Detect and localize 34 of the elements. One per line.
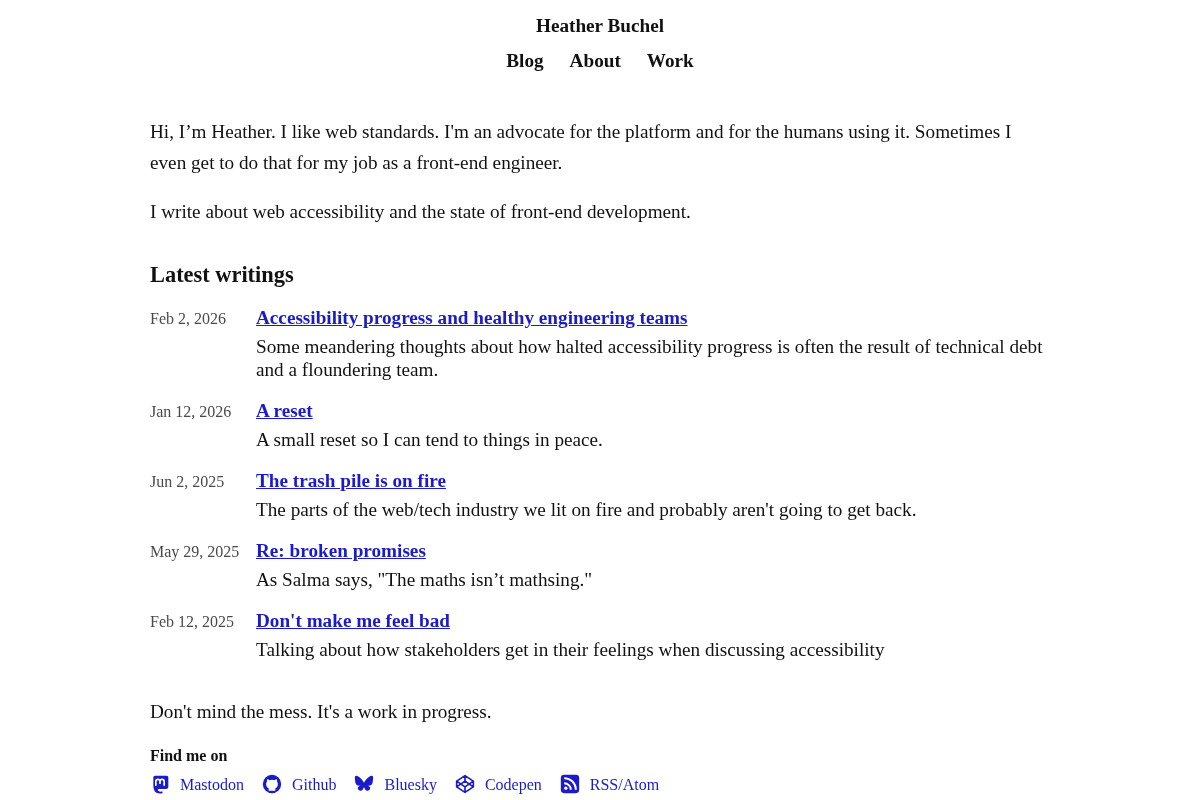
post-date: Feb 12, 2025 bbox=[150, 612, 234, 632]
post-summary: As Salma says, "The maths isn’t mathsing." bbox=[256, 568, 594, 591]
site-title-link[interactable]: Heather Buchel bbox=[535, 14, 665, 37]
social-link[interactable]: Github bbox=[262, 774, 337, 794]
section-heading: Latest writings bbox=[150, 262, 295, 288]
post-summary: Talking about how stakeholders get in their feelings when discussing accessibility bbox=[256, 638, 886, 661]
nav-link[interactable]: Blog bbox=[506, 49, 544, 72]
post-summary: Some meandering thoughts about how halted accessibility progress is often the result of technical debt and a floundering team. bbox=[256, 335, 1044, 381]
post-title-link[interactable]: Accessibility progress and healthy engineering teams bbox=[256, 307, 688, 328]
note-text: Don't mind the mess. It's a work in progress. bbox=[150, 700, 493, 724]
nav-link[interactable]: Work bbox=[646, 49, 694, 72]
social-link[interactable]: Mastodon bbox=[150, 774, 244, 794]
post-title-link[interactable]: The trash pile is on fire bbox=[256, 470, 446, 491]
post-date: Jun 2, 2025 bbox=[150, 472, 225, 492]
post-date: Jan 12, 2026 bbox=[150, 402, 232, 422]
post-title-link[interactable]: Re: broken promises bbox=[256, 540, 426, 561]
social-link[interactable]: Codepen bbox=[454, 774, 542, 794]
intro-paragraph: Hi, I’m Heather. I like web standards. I'm an advocate for the platform and for the humans using it. Sometimes I even get to do that for my job as a front-end engineer. bbox=[150, 120, 1013, 175]
nav-link[interactable]: About bbox=[569, 49, 621, 72]
find-me-heading: Find me on bbox=[150, 746, 228, 765]
social-link[interactable]: Bluesky bbox=[354, 774, 437, 794]
social-link[interactable]: RSS/Atom bbox=[559, 774, 660, 794]
post-title-link[interactable]: A reset bbox=[256, 400, 313, 421]
post-date: May 29, 2025 bbox=[150, 542, 240, 563]
post-date: Feb 2, 2026 bbox=[150, 309, 226, 329]
mastodon-icon bbox=[150, 774, 170, 794]
post-summary: A small reset so I can tend to things in peace. bbox=[256, 428, 604, 451]
github-icon bbox=[262, 774, 282, 794]
post-summary: The parts of the web/tech industry we lit on fire and probably aren't going to get back. bbox=[256, 498, 918, 521]
intro-paragraph: I write about web accessibility and the state of front-end development. bbox=[150, 200, 692, 224]
cube-outline-icon bbox=[454, 774, 475, 794]
butterfly-icon bbox=[354, 774, 375, 794]
post-title-link[interactable]: Don't make me feel bad bbox=[256, 610, 450, 631]
rss-icon bbox=[559, 774, 580, 794]
